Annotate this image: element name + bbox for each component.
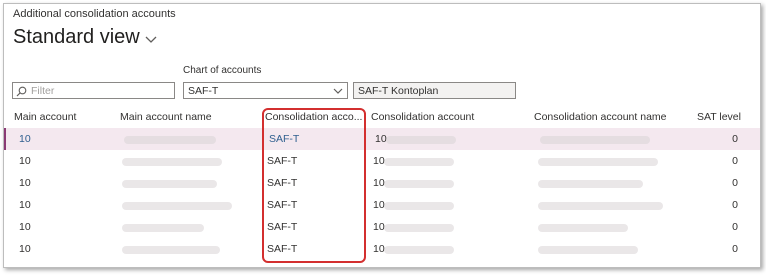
table-row[interactable]: 10 SAF-T 10 0 (4, 216, 760, 238)
column-header-main-account-name[interactable]: Main account name (120, 111, 212, 123)
chart-of-accounts-name-field: SAF-T Kontoplan (353, 82, 516, 99)
sat-level-cell[interactable]: 0 (732, 243, 738, 255)
consolidation-column-highlight (262, 108, 366, 263)
search-icon (16, 86, 27, 97)
redacted-main-account-name (122, 246, 220, 254)
main-account-cell[interactable]: 10 (19, 133, 31, 145)
consolidation-account-cell[interactable]: 10 (373, 177, 385, 189)
table-row[interactable]: 10 SAF-T 10 0 (4, 150, 760, 172)
consolidation-account-cell[interactable]: 10 (373, 221, 385, 233)
consolidation-account-cell[interactable]: 10 (375, 133, 387, 145)
column-header-main-account[interactable]: Main account (14, 111, 76, 123)
sat-level-cell[interactable]: 0 (732, 177, 738, 189)
sat-level-cell[interactable]: 0 (732, 155, 738, 167)
table-row[interactable]: 10 SAF-T 10 0 (4, 238, 760, 260)
consolidation-account-cell[interactable]: 10 (373, 155, 385, 167)
redacted-consolidation-account-name (538, 202, 663, 210)
chevron-down-icon[interactable] (145, 35, 157, 45)
redacted-main-account-name (122, 224, 204, 232)
filter-placeholder: Filter (31, 85, 55, 97)
grid-header: Main account Main account name Consolida… (4, 106, 760, 129)
table-row[interactable]: 10 SAF-T 10 0 (4, 172, 760, 194)
filter-input[interactable]: Filter (12, 82, 175, 99)
app-window: Additional consolidation accounts Standa… (3, 3, 761, 268)
chart-of-accounts-value: SAF-T (188, 85, 219, 97)
chevron-down-icon (333, 88, 343, 94)
redacted-consolidation-account (386, 136, 456, 144)
main-account-cell[interactable]: 10 (19, 155, 31, 167)
redacted-consolidation-account (384, 158, 454, 166)
sat-level-cell[interactable]: 0 (732, 221, 738, 233)
chart-of-accounts-name: SAF-T Kontoplan (358, 85, 439, 97)
redacted-consolidation-account-name (538, 224, 628, 232)
consolidation-account-cell[interactable]: 10 (373, 243, 385, 255)
table-row[interactable]: 10 SAF-T 10 0 (4, 194, 760, 216)
redacted-consolidation-account-name (538, 246, 638, 254)
redacted-consolidation-account-name (538, 158, 658, 166)
redacted-consolidation-account (384, 202, 454, 210)
redacted-main-account-name (122, 158, 222, 166)
redacted-main-account-name (124, 136, 216, 144)
view-title[interactable]: Standard view (13, 26, 140, 49)
column-header-consolidation-account-name[interactable]: Consolidation account name (534, 111, 667, 123)
redacted-consolidation-account (384, 224, 454, 232)
sat-level-cell[interactable]: 0 (732, 133, 738, 145)
main-account-cell[interactable]: 10 (19, 177, 31, 189)
redacted-consolidation-account-name (540, 136, 650, 144)
main-account-cell[interactable]: 10 (19, 243, 31, 255)
redacted-main-account-name (122, 180, 217, 188)
sat-level-cell[interactable]: 0 (732, 199, 738, 211)
redacted-consolidation-account (384, 180, 454, 188)
main-account-cell[interactable]: 10 (19, 221, 31, 233)
chart-of-accounts-select[interactable]: SAF-T (183, 82, 348, 99)
column-header-sat-level[interactable]: SAT level (697, 111, 741, 123)
table-row[interactable]: 10 SAF-T 10 0 (4, 128, 760, 150)
consolidation-account-cell[interactable]: 10 (373, 199, 385, 211)
redacted-consolidation-account (384, 246, 454, 254)
chart-of-accounts-label: Chart of accounts (183, 65, 262, 76)
redacted-main-account-name (122, 202, 232, 210)
redacted-consolidation-account-name (538, 180, 643, 188)
breadcrumb[interactable]: Additional consolidation accounts (13, 8, 176, 20)
main-account-cell[interactable]: 10 (19, 199, 31, 211)
column-header-consolidation-account[interactable]: Consolidation account (371, 111, 474, 123)
